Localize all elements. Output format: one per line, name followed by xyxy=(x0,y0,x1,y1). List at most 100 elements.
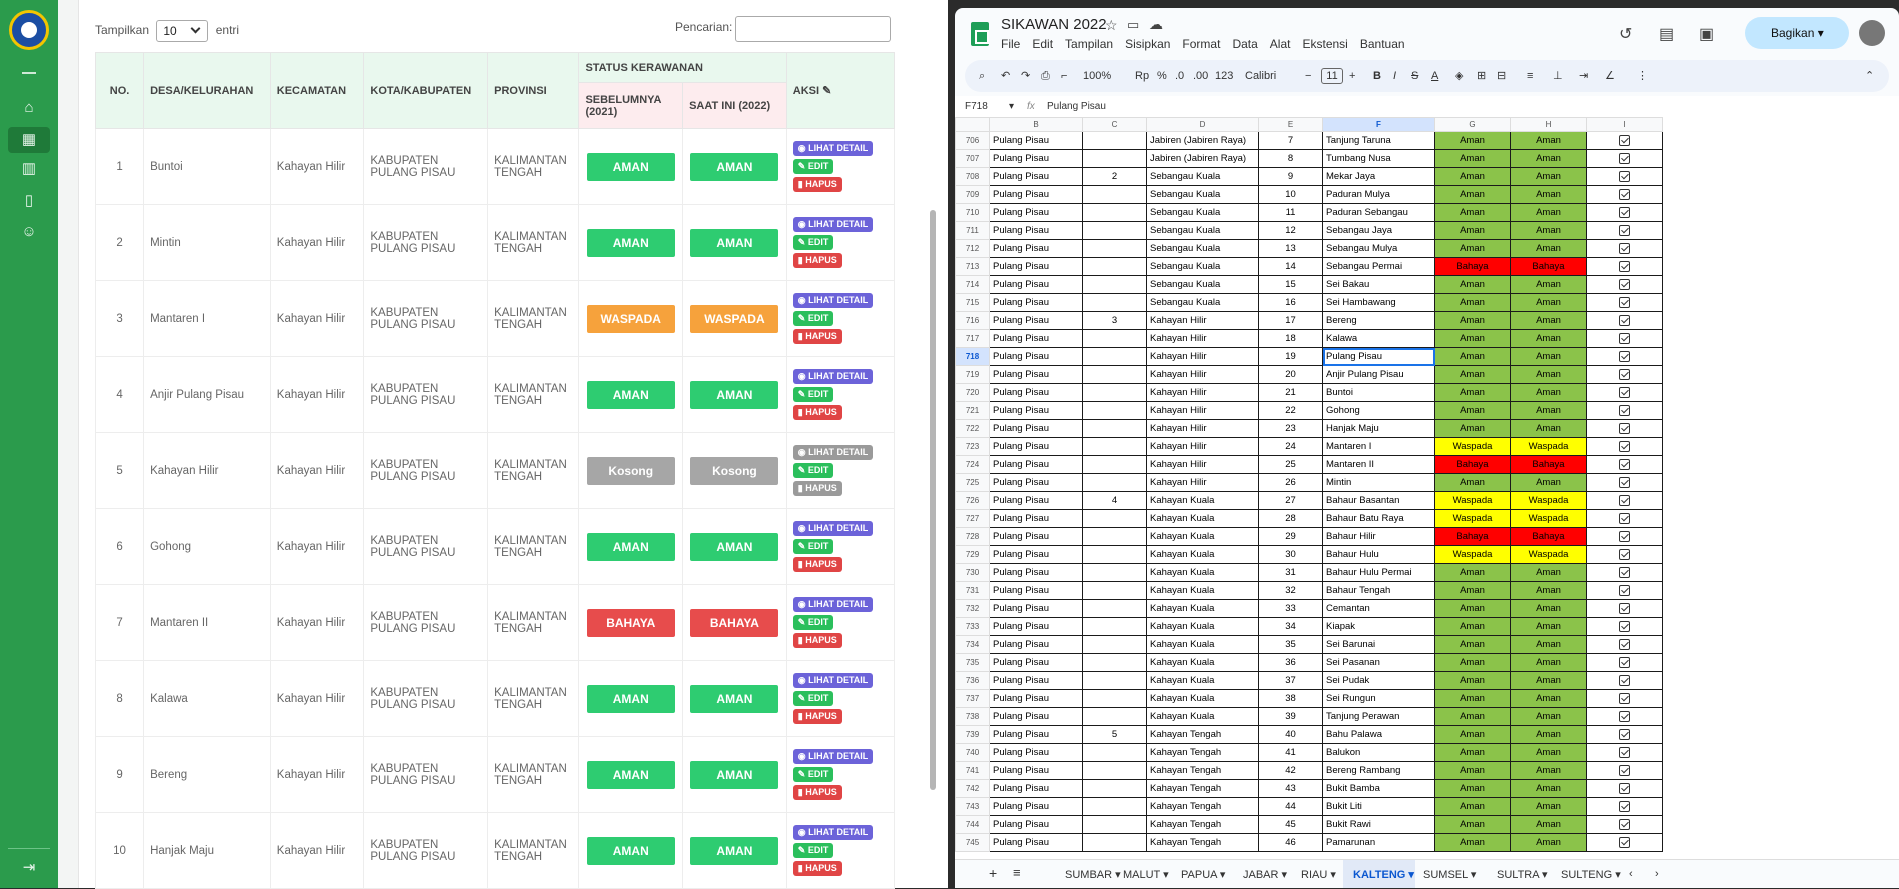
comment-icon[interactable]: ▤ xyxy=(1659,24,1674,44)
cell[interactable]: 41 xyxy=(1258,743,1323,762)
status-cell[interactable]: Aman xyxy=(1510,581,1587,600)
cell[interactable]: Pulang Pisau xyxy=(989,527,1083,546)
cell[interactable]: Bukit Liti xyxy=(1322,797,1435,816)
checkbox-cell[interactable] xyxy=(1586,275,1663,294)
row-header[interactable]: 717 xyxy=(955,329,990,348)
cell[interactable]: Kahayan Kuala xyxy=(1146,509,1259,528)
checkbox-cell[interactable] xyxy=(1586,563,1663,582)
cell[interactable] xyxy=(1082,617,1147,636)
col-header-desa[interactable]: DESA/KELURAHAN xyxy=(143,52,271,129)
status-cell[interactable]: Aman xyxy=(1434,329,1511,348)
cell[interactable]: Pulang Pisau xyxy=(989,167,1083,186)
cell[interactable]: Pulang Pisau xyxy=(989,617,1083,636)
status-cell[interactable]: Aman xyxy=(1510,311,1587,330)
cell[interactable]: Kahayan Kuala xyxy=(1146,563,1259,582)
page-scrollbar[interactable] xyxy=(930,210,936,790)
checkbox-cell[interactable] xyxy=(1586,599,1663,618)
cell[interactable]: Pulang Pisau xyxy=(989,383,1083,402)
borders-icon[interactable]: ⊞ xyxy=(1477,60,1486,92)
length-select[interactable]: 10 xyxy=(156,20,209,42)
row-header[interactable]: 709 xyxy=(955,185,990,204)
cell[interactable] xyxy=(1082,437,1147,456)
cell[interactable]: Kalawa xyxy=(1322,329,1435,348)
cell[interactable]: 17 xyxy=(1258,311,1323,330)
edit-button[interactable]: ✎ EDIT xyxy=(792,767,834,782)
status-cell[interactable]: Aman xyxy=(1510,293,1587,312)
checkbox-cell[interactable] xyxy=(1586,167,1663,186)
cell[interactable]: Kahayan Hilir xyxy=(1146,401,1259,420)
cell[interactable]: 40 xyxy=(1258,725,1323,744)
cell[interactable] xyxy=(1082,275,1147,294)
cell[interactable]: Mintin xyxy=(1322,473,1435,492)
cell[interactable]: Kahayan Kuala xyxy=(1146,599,1259,618)
status-cell[interactable]: Aman xyxy=(1510,689,1587,708)
status-cell[interactable]: Aman xyxy=(1434,347,1511,366)
cell[interactable]: Pulang Pisau xyxy=(989,473,1083,492)
cell[interactable]: Pulang Pisau xyxy=(989,743,1083,762)
column-header[interactable]: H xyxy=(1510,117,1587,132)
cell[interactable]: Tumbang Nusa xyxy=(1322,149,1435,168)
text-color-icon[interactable]: A xyxy=(1431,60,1438,92)
cell[interactable]: Paduran Mulya xyxy=(1322,185,1435,204)
cell[interactable]: Sei Rungun xyxy=(1322,689,1435,708)
status-cell[interactable]: Aman xyxy=(1510,221,1587,240)
row-header[interactable]: 719 xyxy=(955,365,990,384)
status-cell[interactable]: Aman xyxy=(1510,203,1587,222)
checkbox[interactable] xyxy=(1619,746,1630,758)
cell[interactable] xyxy=(1082,635,1147,654)
detail-button[interactable]: ◉ LIHAT DETAIL xyxy=(792,293,874,308)
checkbox-cell[interactable] xyxy=(1586,311,1663,330)
font-size-decrease[interactable]: − xyxy=(1305,60,1311,92)
cell[interactable]: 31 xyxy=(1258,563,1323,582)
status-cell[interactable]: Aman xyxy=(1510,473,1587,492)
cell[interactable]: 10 xyxy=(1258,185,1323,204)
cell[interactable]: Sebangau Kuala xyxy=(1146,221,1259,240)
checkbox-cell[interactable] xyxy=(1586,743,1663,762)
checkbox-cell[interactable] xyxy=(1586,545,1663,564)
select-all-corner[interactable] xyxy=(955,117,990,132)
cell[interactable]: Kahayan Kuala xyxy=(1146,581,1259,600)
cell[interactable]: Kahayan Tengah xyxy=(1146,815,1259,834)
delete-button[interactable]: ▮ HAPUS xyxy=(792,633,842,648)
col-header-kota[interactable]: KOTA/KABUPATEN xyxy=(363,52,489,129)
detail-button[interactable]: ◉ LIHAT DETAIL xyxy=(792,749,874,764)
cell[interactable]: Sebangau Kuala xyxy=(1146,275,1259,294)
cell[interactable] xyxy=(1082,473,1147,492)
decrease-decimal-button[interactable]: .0 xyxy=(1175,60,1184,92)
menu-item[interactable]: File xyxy=(1001,37,1020,51)
checkbox[interactable] xyxy=(1619,242,1630,254)
cell[interactable]: Cemantan xyxy=(1322,599,1435,618)
status-cell[interactable]: Aman xyxy=(1510,833,1587,852)
cell[interactable]: 12 xyxy=(1258,221,1323,240)
checkbox[interactable] xyxy=(1619,782,1630,794)
menu-item[interactable]: Sisipkan xyxy=(1125,37,1170,51)
cell[interactable] xyxy=(1082,293,1147,312)
cell[interactable]: Kahayan Kuala xyxy=(1146,527,1259,546)
cell[interactable] xyxy=(1082,779,1147,798)
column-header[interactable]: G xyxy=(1434,117,1511,132)
status-cell[interactable]: Aman xyxy=(1510,617,1587,636)
delete-button[interactable]: ▮ HAPUS xyxy=(792,253,842,268)
status-cell[interactable]: Aman xyxy=(1434,599,1511,618)
checkbox-cell[interactable] xyxy=(1586,815,1663,834)
checkbox[interactable] xyxy=(1619,386,1630,398)
sheet-tab[interactable]: SUMBAR ▾ xyxy=(1065,868,1121,881)
status-cell[interactable]: Waspada xyxy=(1510,491,1587,510)
cell[interactable]: Tanjung Perawan xyxy=(1322,707,1435,726)
doc-title[interactable]: SIKAWAN 2022 xyxy=(1001,16,1107,33)
status-cell[interactable]: Aman xyxy=(1510,599,1587,618)
cell[interactable]: 30 xyxy=(1258,545,1323,564)
cell[interactable]: Kahayan Kuala xyxy=(1146,653,1259,672)
cell[interactable]: Sebangau Kuala xyxy=(1146,167,1259,186)
cell[interactable]: 44 xyxy=(1258,797,1323,816)
cell[interactable]: Pulang Pisau xyxy=(989,635,1083,654)
tab-scroll-left-icon[interactable]: ‹ xyxy=(1629,868,1633,880)
column-header[interactable]: F xyxy=(1322,117,1435,132)
cell[interactable]: Gohong xyxy=(1322,401,1435,420)
checkbox[interactable] xyxy=(1619,260,1630,272)
row-header[interactable]: 716 xyxy=(955,311,990,330)
users-icon[interactable]: ☺ xyxy=(18,221,40,243)
cell[interactable]: Kahayan Tengah xyxy=(1146,797,1259,816)
status-cell[interactable]: Aman xyxy=(1510,347,1587,366)
row-header[interactable]: 726 xyxy=(955,491,990,510)
